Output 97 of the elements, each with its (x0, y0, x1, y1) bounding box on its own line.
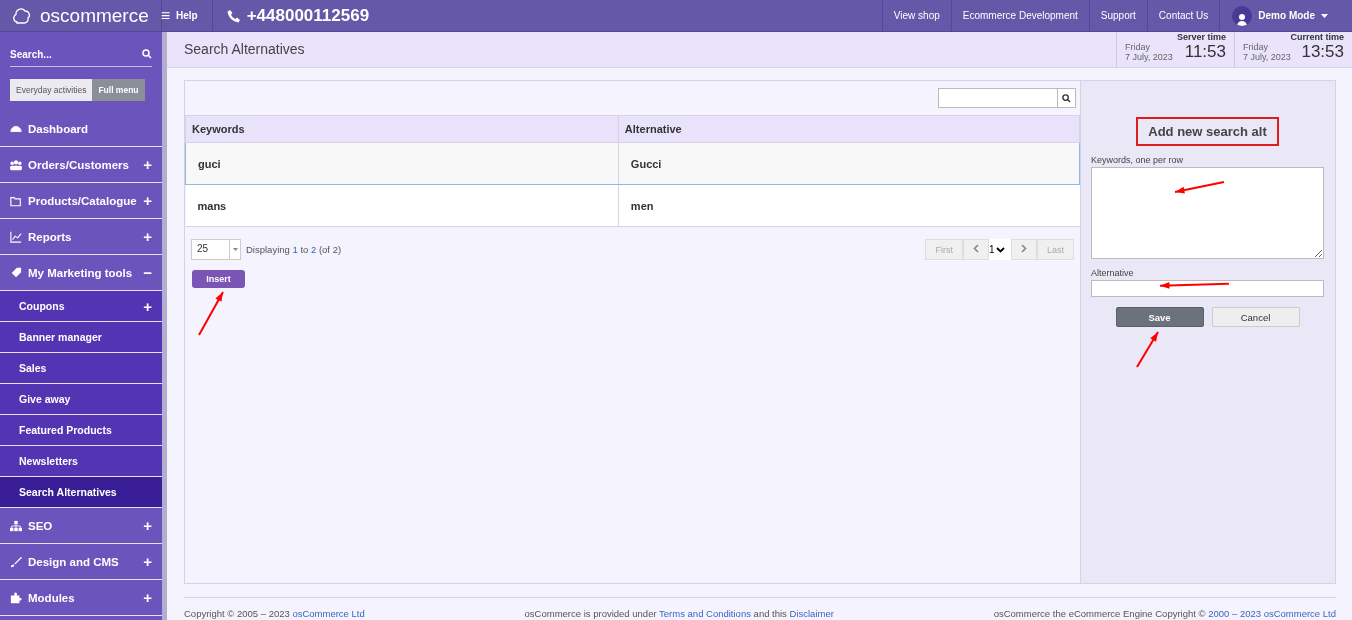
cancel-button[interactable]: Cancel (1211, 307, 1300, 327)
sidebar-item-label: Give away (19, 393, 71, 405)
sidebar-item-label: SEO (28, 519, 53, 532)
sidebar-item-label: Banner manager (19, 331, 102, 343)
sidebar-search-field[interactable]: Search... (10, 44, 142, 64)
clock-label: Current time (1289, 32, 1344, 42)
phone-icon (226, 8, 241, 23)
user-name[interactable]: Demo Mode (1258, 10, 1315, 21)
table-search-field[interactable] (938, 88, 1076, 108)
terms-link[interactable]: Terms and Conditions (659, 608, 751, 619)
sidebar-item-label: Search Alternatives (19, 486, 117, 498)
caret-icon (232, 248, 238, 251)
sidebar-item-label: Coupons (19, 300, 65, 312)
page-select[interactable]: 1 (989, 239, 1011, 260)
clock-day: Friday (1125, 42, 1173, 52)
chevron-left-icon (973, 244, 979, 253)
expand-toggle[interactable]: + (143, 228, 152, 245)
search-icon (1062, 93, 1071, 103)
sidebar-item[interactable]: Featured Products (0, 415, 162, 446)
sidebar-item-label: Modules (28, 591, 75, 604)
expand-toggle[interactable]: + (143, 297, 152, 315)
brush-icon (10, 555, 22, 568)
sidebar-item[interactable]: Give away (0, 384, 162, 415)
logo-icon (12, 5, 32, 26)
caret-icon (1321, 13, 1328, 18)
form-title: Add new search alt (1136, 117, 1279, 146)
expand-toggle[interactable]: + (143, 156, 152, 173)
annotation-arrow (1137, 332, 1158, 367)
folder-icon (10, 194, 22, 207)
keywords-textarea[interactable] (1091, 167, 1324, 259)
sidebar-item-label: Design and CMS (28, 555, 119, 568)
menu-mode-tab[interactable]: Everyday activities (10, 79, 93, 101)
clock-day: Friday (1243, 42, 1291, 52)
expand-toggle[interactable]: − (143, 264, 152, 281)
chevron-down-icon (995, 246, 1005, 253)
disclaimer-link[interactable]: Disclaimer (789, 608, 834, 619)
sidebar-item-label: Products/Catalogue (28, 194, 137, 207)
insert-button[interactable]: Insert (192, 270, 245, 288)
table-cell: men (618, 184, 1080, 227)
sidebar-item-label: Featured Products (19, 424, 112, 436)
clock-time: 13:53 (1301, 42, 1344, 62)
displaying-text: Displaying 1 to 2 (of 2) (246, 244, 342, 255)
expand-toggle[interactable]: + (143, 589, 152, 606)
top-link[interactable]: Ecommerce Development (950, 0, 1089, 31)
table-cell: mans (185, 184, 619, 227)
top-link[interactable]: Support (1088, 0, 1147, 31)
menu-mode-tab[interactable]: Full menu (92, 79, 145, 101)
annotation-arrow (1175, 182, 1224, 194)
expand-toggle[interactable]: + (143, 517, 152, 534)
column-header[interactable]: Keywords (185, 115, 619, 143)
field-label: Keywords, one per row (1091, 155, 1185, 165)
expand-toggle[interactable]: + (143, 192, 152, 209)
clock-date: 7 July, 2023 (1125, 52, 1173, 62)
tag-icon (10, 266, 22, 279)
clock-label: Server time (1175, 32, 1226, 42)
top-link[interactable]: Contact Us (1146, 0, 1220, 31)
annotation-arrow (1160, 282, 1229, 290)
sidebar-item[interactable]: Banner manager (0, 322, 162, 353)
sidebar-item-label: Reports (28, 230, 72, 243)
sidebar-item-label: Sales (19, 362, 47, 374)
per-page-select[interactable]: 25 (191, 239, 241, 260)
sidebar-item-label: Newsletters (19, 455, 78, 467)
next-page-button[interactable] (1011, 239, 1037, 260)
search-icon (142, 49, 152, 59)
table-cell: Gucci (618, 142, 1080, 185)
people-icon (10, 158, 22, 171)
puzzle-icon (10, 591, 22, 604)
save-button[interactable]: Save (1115, 307, 1204, 327)
clock-date: 7 July, 2023 (1243, 52, 1291, 62)
engine-copyright-text: osCommerce the eCommerce Engine Copyright © 2000 – 2023 osCommerce Ltd (993, 608, 1336, 619)
alternative-input[interactable] (1091, 280, 1324, 297)
column-header[interactable]: Alternative (618, 115, 1080, 143)
phone-number: +448000112569 (246, 5, 370, 26)
previous-page-button[interactable] (963, 239, 989, 260)
clock-time: 11:53 (1184, 42, 1226, 62)
line-chart-icon (10, 230, 22, 243)
chevron-right-icon (1021, 244, 1027, 253)
copyright-text: Copyright © 2005 – 2023 osCommerce Ltd (184, 608, 365, 619)
sidebar-item-label: Dashboard (28, 122, 89, 135)
expand-toggle[interactable]: + (143, 553, 152, 570)
company-link[interactable]: 2000 – 2023 osCommerce Ltd (1208, 608, 1336, 619)
annotation-arrow (199, 292, 223, 335)
license-text: osCommerce is provided under Terms and Conditions and this Disclaimer (524, 608, 834, 619)
sidebar-item[interactable]: Coupons + (0, 291, 162, 322)
sidebar-item[interactable]: Newsletters (0, 446, 162, 477)
sidebar-item-label: My Marketing tools (28, 266, 133, 279)
top-link[interactable]: View shop (881, 0, 951, 31)
user-avatar-icon (1232, 5, 1253, 26)
company-link[interactable]: osCommerce Ltd (292, 608, 365, 619)
sidebar-item-label: Orders/Customers (28, 158, 129, 171)
sitemap-icon (10, 519, 22, 532)
sidebar-item[interactable]: Sales (0, 353, 162, 384)
page-title: Search Alternatives (183, 40, 306, 59)
field-label: Alternative (1091, 268, 1135, 278)
brand-name: oscommerce (40, 4, 149, 27)
table-cell: guci (185, 142, 619, 185)
sidebar-item[interactable]: Search Alternatives (0, 477, 162, 508)
